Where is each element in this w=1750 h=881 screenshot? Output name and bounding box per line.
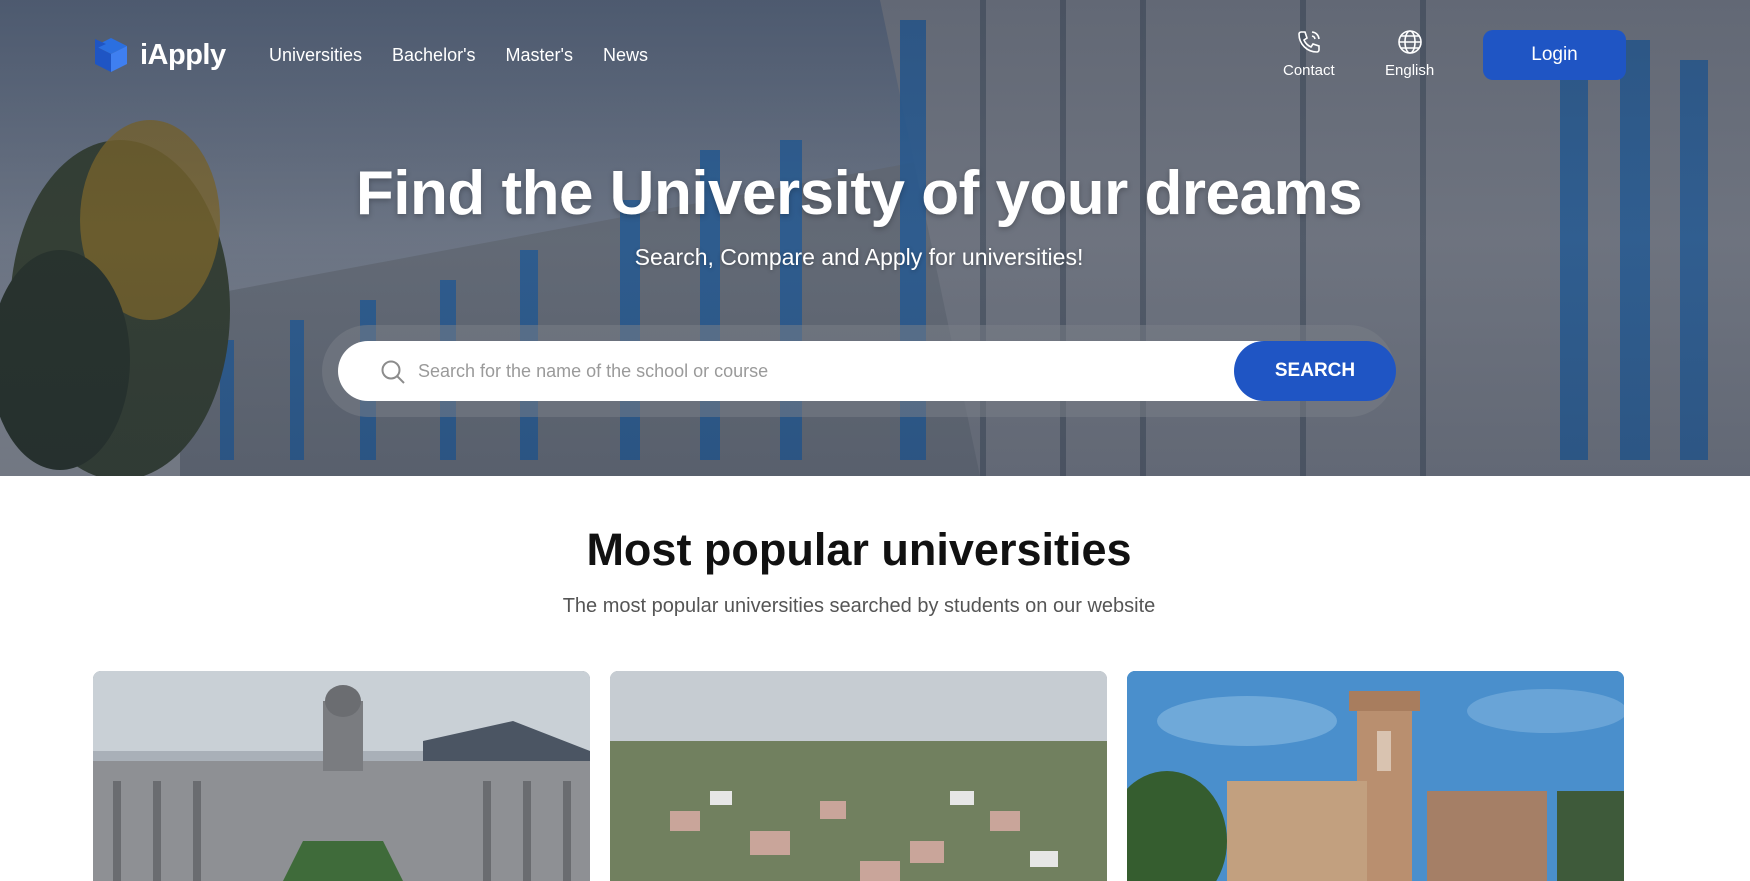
university-card[interactable] <box>93 671 590 881</box>
search-container: SEARCH <box>322 325 1396 417</box>
search-icon <box>381 360 405 384</box>
cube-logo-icon <box>95 38 127 72</box>
hero-title: Find the University of your dreams <box>355 159 1363 228</box>
nav-link-masters[interactable]: Master's <box>506 45 573 66</box>
hero-subtitle: Search, Compare and Apply for universiti… <box>634 244 1084 270</box>
contact-link[interactable]: Contact <box>1283 28 1335 79</box>
nav-link-universities[interactable]: Universities <box>269 45 362 66</box>
nav-link-bachelors[interactable]: Bachelor's <box>392 45 475 66</box>
university-image <box>93 671 590 881</box>
nav-links: Universities Bachelor's Master's News <box>269 45 648 66</box>
search-bar: SEARCH <box>338 341 1396 401</box>
language-selector[interactable]: English <box>1385 28 1434 79</box>
popular-universities-subtitle: The most popular universities searched b… <box>562 595 1156 617</box>
university-cards <box>93 671 1624 881</box>
login-button[interactable]: Login <box>1483 30 1626 80</box>
popular-universities-title: Most popular universities <box>586 524 1132 575</box>
search-input[interactable] <box>418 355 1218 387</box>
contact-label: Contact <box>1283 62 1335 79</box>
phone-icon <box>1298 31 1320 53</box>
globe-icon <box>1397 30 1422 54</box>
brand-logo[interactable]: iApply <box>92 36 226 74</box>
search-button[interactable]: SEARCH <box>1234 341 1396 401</box>
language-label: English <box>1385 62 1435 79</box>
university-card[interactable] <box>1127 671 1624 881</box>
top-nav: iApply Universities Bachelor's Master's … <box>0 0 1750 110</box>
hero-banner: iApply Universities Bachelor's Master's … <box>0 0 1750 476</box>
university-image <box>1127 671 1624 881</box>
nav-link-news[interactable]: News <box>603 45 648 66</box>
brand-name: iApply <box>140 38 226 71</box>
university-card[interactable] <box>610 671 1107 881</box>
university-image <box>610 671 1107 881</box>
